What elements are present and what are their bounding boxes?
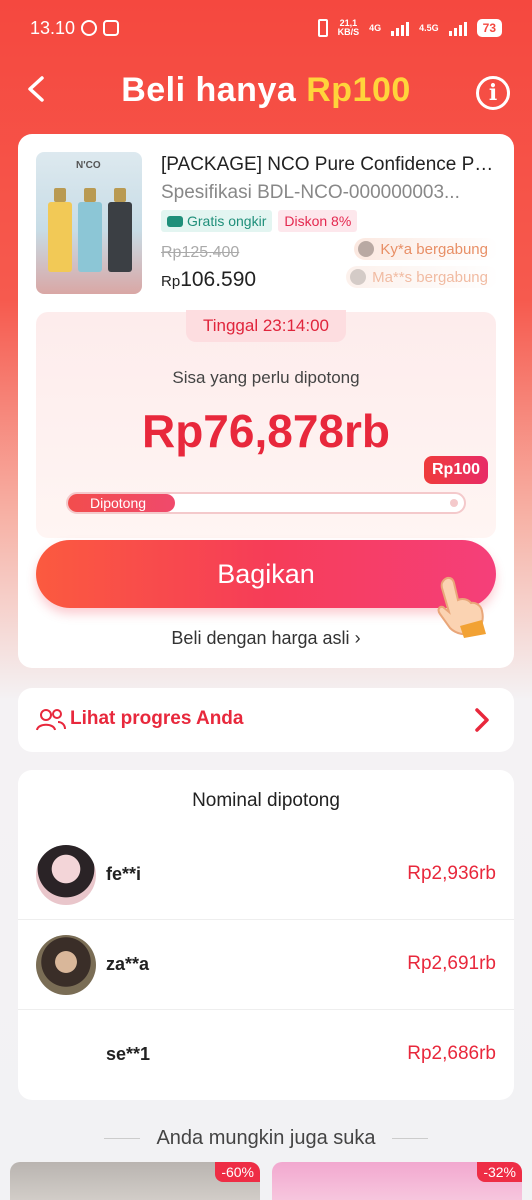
view-progress-card[interactable]: Lihat progres Anda — [18, 688, 514, 752]
user-name: fe**i — [106, 864, 142, 884]
divider — [391, 1137, 428, 1139]
chevron-right-icon[interactable] — [472, 706, 492, 734]
cut-amount: Rp2,936rb — [407, 863, 496, 884]
product-image: N'CO — [36, 152, 142, 294]
info-icon[interactable]: i — [476, 76, 510, 110]
view-progress-link[interactable]: Lihat progres Anda — [70, 708, 243, 730]
cut-amount-list: Nominal dipotong fe**i Rp2,936rb za**a R… — [18, 770, 514, 1100]
network-45g-label: 4.5G — [419, 23, 439, 33]
free-shipping-badge: Gratis ongkir — [161, 210, 273, 232]
suggested-product-card[interactable]: -60% — [10, 1162, 260, 1200]
user-name: se**1 — [106, 1044, 151, 1064]
joiner-bubble: Ma**s bergabung — [346, 266, 498, 288]
battery-icon: 73 — [476, 19, 502, 37]
cut-amount: Rp2,686rb — [407, 1043, 496, 1064]
status-time: 13.10 — [30, 17, 76, 38]
signal-icon — [391, 20, 410, 36]
list-item: za**a Rp2,691rb — [18, 920, 514, 1010]
countdown-timer: Tinggal 23:14:00 — [186, 310, 346, 342]
suggestions-title: Anda mungkin juga suka — [156, 1126, 376, 1149]
whatsapp-icon — [81, 20, 98, 36]
target-price-tag: Rp100 — [424, 456, 489, 484]
suggested-product-card[interactable]: -32% — [272, 1162, 522, 1200]
avatar — [36, 935, 96, 995]
brand-logo: N'CO — [76, 160, 101, 171]
progress-end-dot — [450, 499, 458, 507]
product-badges: Gratis ongkir Diskon 8% — [161, 210, 358, 232]
chevron-right-icon: › — [354, 628, 361, 648]
discount-badge: -32% — [477, 1162, 522, 1182]
cut-progress-panel: Tinggal 23:14:00 Sisa yang perlu dipoton… — [36, 310, 496, 538]
vibrate-icon — [317, 19, 328, 37]
list-item: se**1 Rp2,686rb — [18, 1010, 514, 1100]
remaining-amount: Rp76,878rb — [141, 405, 390, 457]
network-4g-label: 4G — [369, 23, 382, 33]
suggestions-header: Anda mungkin juga suka — [0, 1124, 532, 1152]
status-bar: 13.10 21,1 KB/S 4G 4.5G 73 — [0, 0, 532, 56]
discount-badge: -60% — [215, 1162, 260, 1182]
product-name: [PACKAGE] NCO Pure Confidence Parfum Pri… — [161, 154, 499, 175]
avatar — [350, 269, 367, 285]
remaining-label: Sisa yang perlu dipotong — [172, 368, 360, 387]
page-title: Beli hanya Rp100 — [121, 70, 411, 109]
back-arrow-icon[interactable] — [22, 74, 52, 104]
product-summary[interactable]: N'CO [PACKAGE] NCO Pure Confidence Parfu… — [36, 152, 499, 294]
discount-badge: Diskon 8% — [278, 210, 358, 232]
page-header: Beli hanya Rp100 i — [0, 62, 532, 118]
net-speed: 21,1 KB/S — [337, 18, 360, 37]
cut-amount: Rp2,691rb — [407, 953, 496, 974]
cut-progress-bar: Dipotong — [66, 492, 466, 514]
title-price: Rp100 — [306, 70, 411, 109]
list-title: Nominal dipotong — [192, 790, 340, 811]
product-spec: Spesifikasi BDL-NCO-000000003... — [161, 182, 460, 203]
current-price: Rp106.590 — [161, 268, 257, 291]
people-icon — [36, 709, 66, 731]
bottle-icon — [108, 188, 132, 272]
share-button[interactable]: Bagikan — [36, 540, 496, 608]
bargain-card: N'CO [PACKAGE] NCO Pure Confidence Parfu… — [18, 134, 514, 668]
truck-icon — [167, 215, 183, 227]
instagram-icon — [103, 20, 120, 36]
avatar — [36, 1025, 96, 1085]
avatar — [36, 845, 96, 905]
original-price: Rp125.400 — [161, 244, 240, 261]
avatar — [358, 241, 375, 257]
bottle-icon — [78, 188, 102, 272]
signal-icon — [448, 20, 467, 36]
buy-original-price-link[interactable]: Beli dengan harga asli › — [18, 628, 514, 649]
list-item: fe**i Rp2,936rb — [18, 830, 514, 920]
joiner-bubble: Ky*a bergabung — [354, 238, 498, 260]
user-name: za**a — [106, 954, 150, 974]
bottle-icon — [48, 188, 72, 272]
progress-label: Dipotong — [90, 495, 147, 511]
divider — [104, 1137, 141, 1139]
